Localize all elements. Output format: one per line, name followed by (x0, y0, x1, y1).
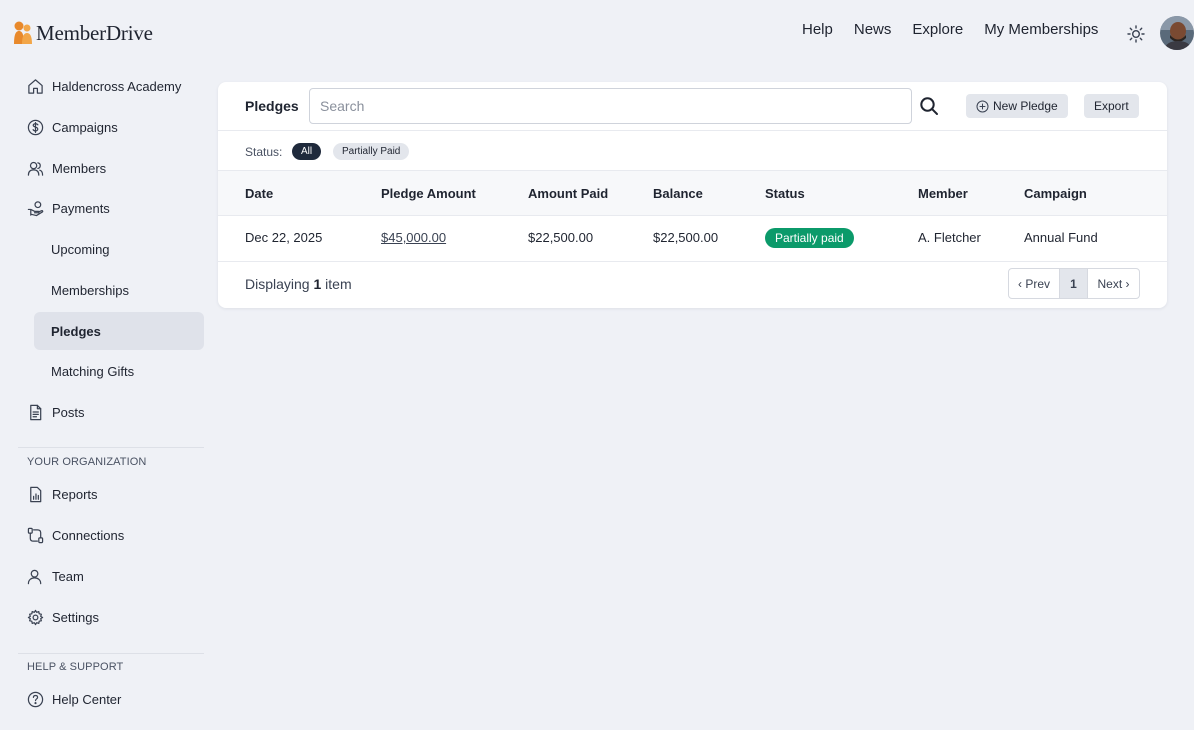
sidebar-item-label: Members (52, 160, 107, 176)
brand-name: MemberDrive (36, 20, 153, 45)
topnav-my-memberships[interactable]: My Memberships (984, 21, 1098, 38)
sidebar-item-pledges[interactable]: Pledges (34, 312, 204, 350)
sidebar-item-label: Connections (52, 527, 125, 543)
sidebar-item-memberships[interactable]: Memberships (34, 271, 204, 309)
users-icon (27, 161, 44, 176)
item-count-prefix: Displaying (245, 276, 310, 292)
hand-coin-icon (27, 200, 44, 216)
new-pledge-label: New Pledge (993, 99, 1058, 113)
cell-amount-paid: $22,500.00 (528, 230, 594, 245)
column-header-amount-paid[interactable]: Amount Paid (528, 186, 608, 201)
sidebar-item-label: Reports (52, 486, 98, 502)
column-header-balance[interactable]: Balance (653, 186, 703, 201)
item-count-suffix: item (325, 276, 352, 292)
sidebar-item-matching-gifts[interactable]: Matching Gifts (34, 352, 204, 390)
pledges-card: Pledges New Pledge Export Status: All Pa… (218, 82, 1167, 308)
sidebar-item-label: Haldencross Academy (52, 78, 182, 94)
column-header-member[interactable]: Member (918, 186, 968, 201)
sidebar-item-help-center[interactable]: Help Center (27, 680, 204, 718)
filter-label: Status: (245, 145, 283, 159)
dollar-circle-icon (27, 119, 44, 135)
column-header-campaign[interactable]: Campaign (1024, 186, 1087, 201)
sidebar-item-team[interactable]: Team (27, 557, 204, 595)
help-circle-icon (27, 691, 44, 707)
pagination: ‹ Prev 1 Next › (1008, 268, 1140, 299)
search-icon[interactable] (919, 96, 939, 116)
status-badge: Partially paid (765, 228, 854, 248)
filter-pill-all[interactable]: All (292, 143, 322, 160)
topnav-explore[interactable]: Explore (912, 21, 963, 38)
sidebar-item-reports[interactable]: Reports (27, 475, 204, 513)
cell-date: Dec 22, 2025 (245, 230, 323, 245)
column-header-pledge-amount[interactable]: Pledge Amount (381, 186, 476, 201)
page-number-button[interactable]: 1 (1060, 269, 1088, 298)
sidebar-item-label: Campaigns (52, 119, 118, 135)
sidebar-item-settings[interactable]: Settings (27, 598, 204, 636)
sidebar-divider (18, 447, 204, 448)
prev-page-button[interactable]: ‹ Prev (1009, 269, 1060, 298)
document-icon (30, 404, 42, 420)
connections-icon (27, 527, 44, 543)
logo[interactable]: MemberDrive (13, 20, 153, 46)
topnav-news[interactable]: News (854, 21, 892, 38)
item-count: Displaying 1 item (245, 276, 352, 292)
sidebar-item-posts[interactable]: Posts (27, 393, 204, 431)
sidebar-item-label: Settings (52, 609, 99, 625)
sun-icon[interactable] (1127, 25, 1145, 43)
filter-pill-partially-paid[interactable]: Partially Paid (333, 143, 410, 160)
cell-campaign: Annual Fund (1024, 230, 1098, 245)
memberdrive-logo-icon (14, 21, 32, 44)
sidebar-divider (18, 653, 204, 654)
sidebar-item-connections[interactable]: Connections (27, 516, 204, 554)
sidebar-item-label: Help Center (52, 691, 122, 707)
section-label-help: HELP & SUPPORT (27, 661, 124, 673)
column-header-date[interactable]: Date (245, 186, 273, 201)
home-icon (28, 78, 43, 94)
search-input[interactable] (309, 88, 912, 124)
sidebar-item-upcoming[interactable]: Upcoming (34, 230, 204, 268)
cell-pledge-amount-link[interactable]: $45,000.00 (381, 230, 446, 245)
report-icon (30, 486, 42, 502)
cell-balance: $22,500.00 (653, 230, 719, 245)
column-header-status[interactable]: Status (765, 186, 805, 201)
user-avatar-icon (1160, 16, 1194, 50)
sidebar-item-label: Posts (52, 404, 85, 420)
top-nav: Help News Explore My Memberships (802, 21, 1119, 38)
export-button[interactable]: Export (1084, 94, 1139, 118)
item-count-number: 1 (313, 276, 322, 292)
gear-icon (27, 609, 44, 625)
plus-circle-icon (976, 100, 989, 112)
sidebar-item-label: Team (52, 568, 84, 584)
next-page-button[interactable]: Next › (1088, 269, 1139, 298)
topnav-help[interactable]: Help (802, 21, 833, 38)
page-title: Pledges (245, 98, 299, 114)
cell-member: A. Fletcher (918, 230, 981, 245)
sidebar-item-label: Payments (52, 200, 110, 216)
user-icon (27, 569, 42, 584)
sidebar-item-campaigns[interactable]: Campaigns (27, 108, 204, 146)
avatar[interactable] (1160, 16, 1194, 50)
new-pledge-button[interactable]: New Pledge (966, 94, 1068, 118)
section-label-organization: YOUR ORGANIZATION (27, 456, 147, 468)
sidebar-item-payments[interactable]: Payments (27, 189, 204, 227)
sidebar-item-members[interactable]: Members (27, 149, 204, 187)
row-divider (218, 261, 1167, 262)
sidebar-item-org[interactable]: Haldencross Academy (27, 67, 204, 105)
